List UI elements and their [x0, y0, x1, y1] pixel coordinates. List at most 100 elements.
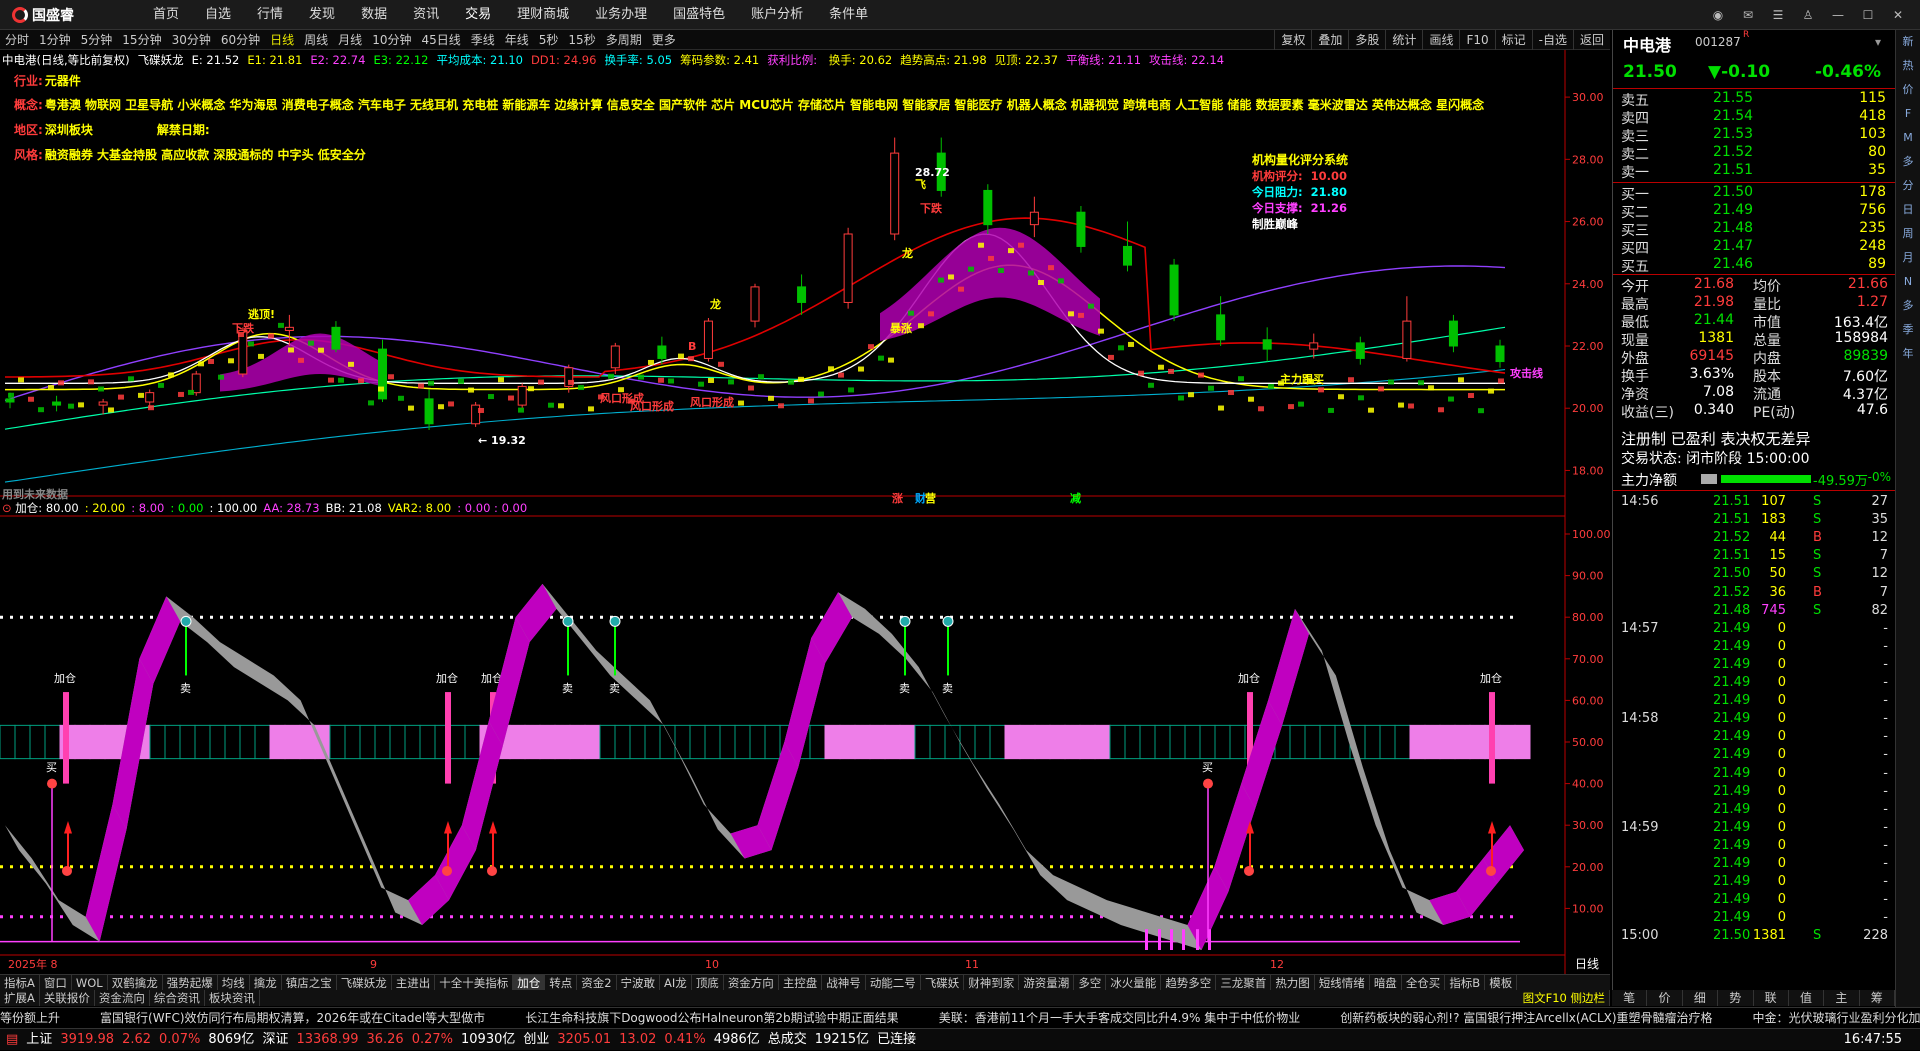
menu-item-3[interactable]: 发现 [296, 0, 348, 30]
chat-icon[interactable]: ◉ [1706, 5, 1730, 25]
menu-item-4[interactable]: 数据 [348, 0, 400, 30]
indicator-tab-27[interactable]: 三龙聚首 [1216, 975, 1272, 990]
close-icon[interactable]: ✕ [1886, 5, 1910, 25]
news-item-2[interactable]: 长江生命科技旗下Dogwood公布Halneuron第2b期试验中期正面结果 [525, 1011, 899, 1025]
sidebar-button-3[interactable]: F [1896, 102, 1920, 126]
indicator-tab-15[interactable]: AI龙 [660, 975, 692, 990]
period-tab-12[interactable]: 年线 [500, 31, 534, 48]
news-item-4[interactable]: 创新药板块的弱心剂!? 富国银行押注Arcellx(ACLX)重塑骨髓瘤治疗格 [1340, 1011, 1712, 1025]
minimize-icon[interactable]: — [1826, 5, 1850, 25]
sidebar-button-6[interactable]: 分 [1896, 174, 1920, 198]
indicator-tab-23[interactable]: 游资量潮 [1019, 975, 1075, 990]
indicator-tab-11[interactable]: 加仓 [513, 975, 546, 990]
period-tab-13[interactable]: 5秒 [534, 31, 564, 48]
indicator-tab-26[interactable]: 趋势多空 [1161, 975, 1217, 990]
period-tab-5[interactable]: 60分钟 [216, 31, 265, 48]
sidebar-button-12[interactable]: 季 [1896, 318, 1920, 342]
indicator-tab-18[interactable]: 主控盘 [779, 975, 823, 990]
indicator-tab-4[interactable]: 强势起爆 [163, 975, 218, 990]
status-menu-icon[interactable]: ▤ [6, 1032, 18, 1047]
sidebar-button-9[interactable]: 月 [1896, 246, 1920, 270]
sidebar-button-7[interactable]: 日 [1896, 198, 1920, 222]
quote-tab-2[interactable]: 细 [1683, 990, 1719, 1006]
quote-tab-6[interactable]: 主 [1824, 990, 1860, 1006]
period-tab-0[interactable]: 分时 [0, 31, 34, 48]
indicator-tab-33[interactable]: 模板 [1485, 975, 1518, 990]
indicator-tab-5[interactable]: 均线 [218, 975, 250, 990]
indicator-tab-17[interactable]: 资金方向 [724, 975, 779, 990]
menu-item-0[interactable]: 首页 [140, 0, 192, 30]
indicator-tab-1[interactable]: 窗口 [40, 975, 72, 990]
indicator-tab-16[interactable]: 顶底 [692, 975, 724, 990]
news-item-1[interactable]: 富国银行(WFC)效仿同行布局期权清算，2026年或在Citadel等大型做市 [100, 1011, 485, 1025]
sidebar-button-0[interactable]: 新 [1896, 30, 1920, 54]
menu-item-5[interactable]: 资讯 [400, 0, 452, 30]
indicator-tab-29[interactable]: 短线情绪 [1315, 975, 1370, 990]
news-item-3[interactable]: 美联：香港前11个月一手大手客成交同比升4.9% 集中于中低价物业 [939, 1011, 1301, 1025]
skin-icon[interactable]: ♙ [1796, 5, 1820, 25]
indicator-tab-8[interactable]: 飞碟妖龙 [337, 975, 392, 990]
sidebar-button-13[interactable]: 年 [1896, 342, 1920, 366]
indicator-tab-32[interactable]: 指标B [1445, 975, 1486, 990]
sidebar-button-1[interactable]: 热 [1896, 54, 1920, 78]
indicator-tab-0[interactable]: 指标A [0, 975, 40, 990]
quote-tab-3[interactable]: 势 [1718, 990, 1754, 1006]
dropdown-icon[interactable]: ▾ [1875, 35, 1881, 49]
tool-button-5[interactable]: F10 [1459, 30, 1494, 50]
tool-button-8[interactable]: 返回 [1572, 30, 1610, 50]
maximize-icon[interactable]: ☐ [1856, 5, 1880, 25]
period-tab-3[interactable]: 15分钟 [117, 31, 166, 48]
tool-button-0[interactable]: 复权 [1274, 30, 1311, 50]
period-tab-15[interactable]: 多周期 [601, 31, 647, 48]
indicator-tab-2[interactable]: WOL [72, 975, 108, 990]
sidebar-button-8[interactable]: 周 [1896, 222, 1920, 246]
ext-tab-0[interactable]: 扩展A [0, 990, 40, 1006]
indicator-tab-21[interactable]: 飞碟妖 [921, 975, 965, 990]
indicator-tab-20[interactable]: 动能二号 [866, 975, 921, 990]
sidebar-button-4[interactable]: M [1896, 126, 1920, 150]
period-tab-4[interactable]: 30分钟 [167, 31, 216, 48]
ext-tab-3[interactable]: 综合资讯 [150, 990, 205, 1006]
menu-item-2[interactable]: 行情 [244, 0, 296, 30]
period-tab-1[interactable]: 1分钟 [34, 31, 76, 48]
menu-item-8[interactable]: 业务办理 [582, 0, 660, 30]
indicator-tab-3[interactable]: 双鹤擒龙 [108, 975, 163, 990]
tool-button-1[interactable]: 叠加 [1311, 30, 1348, 50]
indicator-tab-31[interactable]: 全仓买 [1402, 975, 1446, 990]
quote-tab-4[interactable]: 联 [1754, 990, 1789, 1006]
indicator-tab-30[interactable]: 暗盘 [1370, 975, 1402, 990]
sidebar-button-11[interactable]: 多 [1896, 294, 1920, 318]
ext-tab-2[interactable]: 资金流向 [95, 990, 150, 1006]
indicator-tab-19[interactable]: 战神号 [822, 975, 866, 990]
quote-tab-0[interactable]: 笔 [1612, 990, 1648, 1006]
quote-tab-7[interactable]: 筹 [1860, 990, 1895, 1006]
sub-gear-icon[interactable]: ⊙ [2, 501, 15, 515]
sidebar-button-10[interactable]: N [1896, 270, 1920, 294]
indicator-tab-10[interactable]: 十全十美指标 [435, 975, 514, 990]
indicator-tab-9[interactable]: 主进出 [392, 975, 436, 990]
news-ticker[interactable]: 等份额上升 富国银行(WFC)效仿同行布局期权清算，2026年或在Citadel等… [0, 1007, 1920, 1027]
sidebar-button-2[interactable]: 价 [1896, 78, 1920, 102]
menu-item-9[interactable]: 国盛特色 [660, 0, 738, 30]
menu-item-10[interactable]: 账户分析 [738, 0, 816, 30]
list-icon[interactable]: ☰ [1766, 5, 1790, 25]
indicator-tab-6[interactable]: 擒龙 [250, 975, 282, 990]
indicator-tab-14[interactable]: 宁波敢 [617, 975, 661, 990]
menu-item-7[interactable]: 理财商城 [504, 0, 582, 30]
mail-icon[interactable]: ✉ [1736, 5, 1760, 25]
tool-button-3[interactable]: 统计 [1385, 30, 1422, 50]
period-tab-9[interactable]: 10分钟 [367, 31, 416, 48]
menu-item-1[interactable]: 自选 [192, 0, 244, 30]
menu-item-11[interactable]: 条件单 [816, 0, 881, 30]
tool-button-2[interactable]: 多股 [1348, 30, 1385, 50]
sidebar-button-5[interactable]: 多 [1896, 150, 1920, 174]
period-tab-8[interactable]: 月线 [333, 31, 367, 48]
f10-sidebar-toggle[interactable]: 图文F10 侧边栏 [1519, 990, 1610, 1006]
quote-tab-1[interactable]: 价 [1647, 990, 1683, 1006]
indicator-tab-25[interactable]: 冰火量能 [1106, 975, 1162, 990]
period-tab-2[interactable]: 5分钟 [76, 31, 118, 48]
news-item-0[interactable]: 等份额上升 [0, 1011, 60, 1025]
indicator-tab-24[interactable]: 多空 [1074, 975, 1107, 990]
tool-button-6[interactable]: 标记 [1494, 30, 1532, 50]
news-item-5[interactable]: 中金：光伏玻璃行业盈利分化加大 [1753, 1011, 1920, 1025]
